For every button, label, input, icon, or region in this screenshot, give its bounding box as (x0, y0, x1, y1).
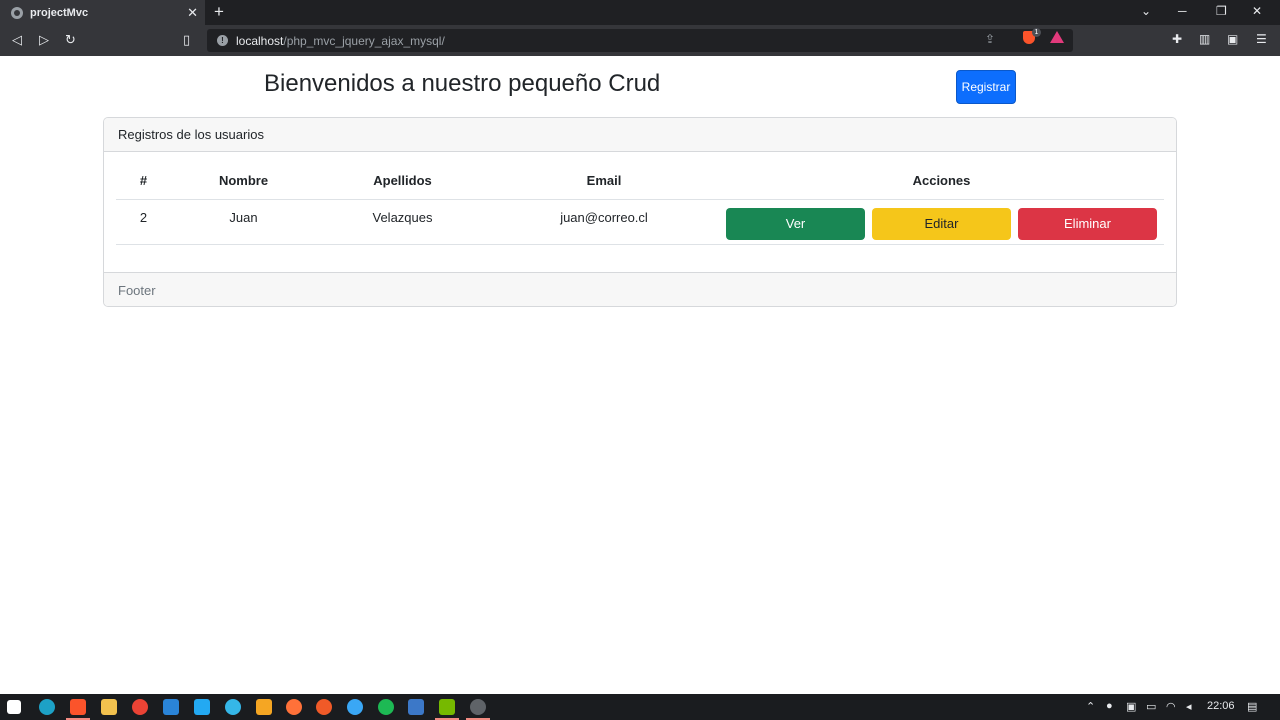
battery-icon[interactable]: ▭ (1146, 700, 1156, 713)
spotify-icon[interactable] (378, 699, 394, 715)
share-icon[interactable]: ⇪ (985, 32, 995, 46)
view-button[interactable]: Ver (726, 207, 865, 240)
app-icon[interactable] (256, 699, 272, 715)
card-footer: Footer (104, 272, 1176, 306)
app-icon[interactable] (408, 699, 424, 715)
column-header-email: Email (489, 163, 719, 200)
maximize-icon[interactable]: ❐ (1216, 4, 1227, 18)
chrome-icon[interactable] (132, 699, 148, 715)
back-icon[interactable]: ◁ (12, 32, 22, 48)
firefox-icon[interactable] (286, 699, 302, 715)
minimize-icon[interactable]: ─ (1178, 4, 1187, 18)
cell-email: juan@correo.cl (489, 199, 719, 245)
tray-chevron-icon[interactable]: ⌃ (1086, 700, 1095, 713)
reload-icon[interactable]: ↻ (65, 32, 76, 48)
notifications-icon[interactable]: ▤ (1247, 700, 1257, 713)
sidebar-icon[interactable]: ▥ (1199, 32, 1210, 46)
vscode-icon[interactable] (194, 699, 210, 715)
file-explorer-icon[interactable] (101, 699, 117, 715)
tab-close-icon[interactable]: ✕ (187, 5, 198, 21)
wifi-icon[interactable]: ◠ (1166, 700, 1176, 713)
address-bar[interactable]: ! localhost/php_mvc_jquery_ajax_mysql/ ⇪ (207, 29, 1073, 52)
forward-icon[interactable]: ▷ (39, 32, 49, 48)
browser-toolbar: ◁ ▷ ↻ ▯ ! localhost/php_mvc_jquery_ajax_… (0, 25, 1280, 56)
info-icon[interactable]: ! (217, 35, 228, 46)
url-path: /php_mvc_jquery_ajax_mysql/ (283, 33, 445, 48)
column-header-id: # (116, 163, 171, 200)
app-icon[interactable] (316, 699, 332, 715)
cell-acciones: Ver Editar Eliminar (719, 199, 1164, 245)
url-host: localhost (236, 33, 284, 48)
delete-button[interactable]: Eliminar (1018, 207, 1157, 240)
taskbar: ⌃ ● ▣ ▭ ◠ ◂ 22:06 ▤ (0, 694, 1280, 720)
bookmark-icon[interactable]: ▯ (183, 32, 190, 48)
app-icon[interactable] (470, 699, 486, 715)
cell-id: 2 (116, 199, 171, 245)
brave-rewards-icon[interactable] (1050, 31, 1064, 43)
app-icon[interactable] (225, 699, 241, 715)
table-row: 2 Juan Velazques juan@correo.cl Ver Edit… (116, 199, 1164, 245)
cell-nombre: Juan (171, 199, 316, 245)
table-header-row: # Nombre Apellidos Email Acciones (116, 163, 1164, 200)
mail-icon[interactable] (163, 699, 179, 715)
windows-start-icon[interactable] (7, 700, 21, 714)
brave-icon[interactable] (70, 699, 86, 715)
new-tab-icon[interactable]: + (214, 3, 224, 21)
column-header-acciones: Acciones (719, 163, 1164, 200)
edit-button[interactable]: Editar (872, 207, 1011, 240)
page-content: Bienvenidos a nuestro pequeño Crud Regis… (1, 56, 1279, 694)
users-table: # Nombre Apellidos Email Acciones 2 Juan… (116, 163, 1164, 245)
card-header: Registros de los usuarios (104, 118, 1176, 152)
column-header-nombre: Nombre (171, 163, 316, 200)
microphone-icon[interactable]: ● (1106, 700, 1113, 712)
cell-apellidos: Velazques (316, 199, 489, 245)
volume-icon[interactable]: ◂ (1186, 700, 1192, 713)
tab-title: projectMvc (30, 6, 89, 19)
browser-tab[interactable]: projectMvc ✕ (0, 0, 205, 25)
tray-icon[interactable]: ▣ (1126, 700, 1136, 713)
shield-count-badge: 1 (1032, 28, 1041, 37)
clock[interactable]: 22:06 (1207, 700, 1235, 712)
menu-icon[interactable]: ☰ (1256, 32, 1267, 46)
users-card: Registros de los usuarios # Nombre Apell… (103, 117, 1177, 307)
register-button[interactable]: Registrar (956, 70, 1016, 104)
edge-icon[interactable] (39, 699, 55, 715)
page-title: Bienvenidos a nuestro pequeño Crud (264, 70, 661, 97)
extensions-icon[interactable]: ✚ (1172, 32, 1182, 46)
globe-icon (11, 6, 23, 19)
app-icon[interactable] (347, 699, 363, 715)
window-close-icon[interactable]: ✕ (1252, 4, 1262, 18)
browser-tab-bar: projectMvc ✕ + ⌄ ─ ❐ ✕ (0, 0, 1280, 25)
tab-search-icon[interactable]: ⌄ (1141, 4, 1151, 18)
wallet-icon[interactable]: ▣ (1227, 32, 1238, 46)
nvidia-icon[interactable] (439, 699, 455, 715)
column-header-apellidos: Apellidos (316, 163, 489, 200)
